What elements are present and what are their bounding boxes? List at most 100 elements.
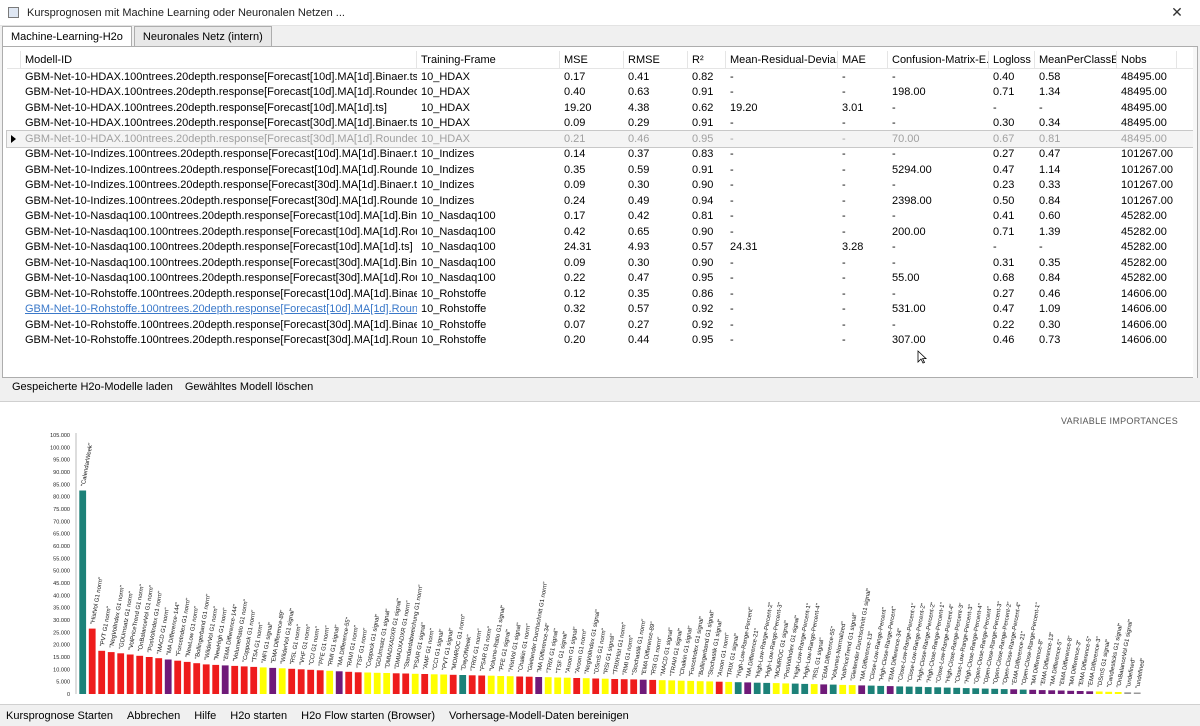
table-cell: - — [842, 272, 846, 285]
table-cell: 0.57 — [628, 303, 650, 316]
column-header[interactable]: Training-Frame — [417, 51, 560, 68]
tab-neuronales-netz[interactable]: Neuronales Netz (intern) — [133, 26, 272, 46]
importance-bar — [1133, 692, 1141, 694]
close-icon[interactable]: ✕ — [1154, 0, 1200, 26]
table-row[interactable]: GBM-Net-10-HDAX.100ntrees.20depth.respon… — [7, 100, 1195, 116]
table-cell: - — [892, 241, 896, 254]
table-cell: 45282.00 — [1121, 210, 1167, 223]
table-row[interactable]: GBM-Net-10-Nasdaq100.100ntrees.20depth.r… — [7, 209, 1195, 225]
importance-bar — [563, 677, 571, 694]
table-cell: 0.30 — [993, 117, 1015, 130]
table-row[interactable]: GBM-Net-10-Rohstoffe.100ntrees.20depth.r… — [7, 317, 1195, 333]
importance-bar — [763, 682, 771, 694]
table-cell: 14606.00 — [1121, 334, 1167, 347]
table-row[interactable]: GBM-Net-10-HDAX.100ntrees.20depth.respon… — [6, 130, 1196, 148]
table-row[interactable]: GBM-Net-10-Indizes.100ntrees.20depth.res… — [7, 162, 1195, 178]
table-row[interactable]: GBM-Net-10-Indizes.100ntrees.20depth.res… — [7, 193, 1195, 209]
table-row[interactable]: GBM-Net-10-Nasdaq100.100ntrees.20depth.r… — [7, 224, 1195, 240]
importance-bar — [345, 671, 353, 694]
start-h2o-flow-button[interactable]: H2o Flow starten (Browser) — [301, 710, 435, 722]
table-row[interactable]: GBM-Net-10-HDAX.100ntrees.20depth.respon… — [7, 116, 1195, 132]
tab-machine-learning-h2o[interactable]: Machine-Learning-H2o — [2, 26, 132, 47]
table-cell: 45282.00 — [1121, 225, 1167, 238]
vertical-scrollbar[interactable] — [1193, 47, 1197, 378]
table-row[interactable]: GBM-Net-10-Rohstoffe.100ntrees.20depth.r… — [7, 333, 1195, 349]
table-row[interactable]: GBM-Net-10-HDAX.100ntrees.20depth.respon… — [7, 69, 1195, 85]
table-cell: GBM-Net-10-Rohstoffe.100ntrees.20depth.r… — [25, 287, 417, 300]
table-cell: 0.57 — [692, 241, 714, 254]
table-cell: 0.90 — [692, 225, 714, 238]
table-cell: 0.41 — [993, 210, 1015, 223]
column-header[interactable]: RMSE — [624, 51, 688, 68]
table-cell: 0.27 — [993, 287, 1015, 300]
table-cell: 19.20 — [564, 101, 592, 114]
column-header[interactable]: R² — [688, 51, 726, 68]
table-row[interactable]: GBM-Net-10-Nasdaq100.100ntrees.20depth.r… — [7, 255, 1195, 271]
table-cell: 14606.00 — [1121, 303, 1167, 316]
y-tick-label: 15.000 — [53, 655, 70, 661]
y-tick-label: 20.000 — [53, 643, 70, 649]
importance-bar — [231, 665, 239, 694]
table-row[interactable]: GBM-Net-10-Rohstoffe.100ntrees.20depth.r… — [7, 302, 1195, 318]
table-row[interactable]: GBM-Net-10-Indizes.100ntrees.20depth.res… — [7, 178, 1195, 194]
table-cell: 19.20 — [730, 101, 758, 114]
table-cell: 48495.00 — [1121, 101, 1167, 114]
cancel-button[interactable]: Abbrechen — [127, 710, 180, 722]
importance-bar — [706, 681, 714, 694]
table-cell: 10_Indizes — [421, 148, 475, 161]
column-header[interactable]: Mean-Residual-Devia... — [726, 51, 838, 68]
importance-bar — [582, 678, 590, 694]
table-cell: - — [730, 287, 734, 300]
table-cell: 0.92 — [692, 303, 714, 316]
table-cell: - — [892, 70, 896, 83]
importance-bar — [79, 490, 87, 694]
table-cell: 0.47 — [993, 303, 1015, 316]
start-h2o-button[interactable]: H2o starten — [230, 710, 287, 722]
table-row[interactable]: GBM-Net-10-Indizes.100ntrees.20depth.res… — [7, 147, 1195, 163]
importance-bar — [525, 676, 533, 694]
table-cell: 0.91 — [692, 117, 714, 130]
importance-bar — [1105, 691, 1113, 694]
table-cell: 0.31 — [993, 256, 1015, 269]
column-header[interactable]: Modell-ID — [21, 51, 417, 68]
table-row[interactable]: GBM-Net-10-Rohstoffe.100ntrees.20depth.r… — [7, 286, 1195, 302]
importance-bar — [392, 673, 400, 694]
table-cell: - — [730, 86, 734, 99]
table-row[interactable]: GBM-Net-10-HDAX.100ntrees.20depth.respon… — [7, 85, 1195, 101]
help-button[interactable]: Hilfe — [194, 710, 216, 722]
category-label: "undefined" — [1135, 658, 1146, 689]
table-row[interactable]: GBM-Net-10-Nasdaq100.100ntrees.20depth.r… — [7, 271, 1195, 287]
load-models-button[interactable]: Gespeicherte H2o-Modelle laden — [12, 381, 173, 395]
importance-bar — [715, 681, 723, 694]
importance-bar — [791, 683, 799, 694]
delete-model-button[interactable]: Gewähltes Modell löschen — [185, 381, 313, 395]
importance-bar — [316, 670, 324, 694]
clean-forecast-data-button[interactable]: Vorhersage-Modell-Daten bereinigen — [449, 710, 629, 722]
column-header[interactable]: MSE — [560, 51, 624, 68]
importance-bar — [592, 678, 600, 694]
column-header[interactable]: Confusion-Matrix-E... — [888, 51, 989, 68]
column-header[interactable]: MeanPerClassErr... — [1035, 51, 1117, 68]
table-cell: 0.22 — [564, 272, 586, 285]
column-header[interactable]: Logloss — [989, 51, 1035, 68]
importance-bar — [972, 688, 980, 694]
table-cell: - — [842, 179, 846, 192]
importance-bar — [953, 687, 961, 694]
importance-bar — [174, 660, 182, 694]
table-cell: 0.30 — [1039, 318, 1061, 331]
importance-bar — [478, 675, 486, 694]
start-forecast-button[interactable]: Kursprognose Starten — [6, 710, 113, 722]
table-cell: 0.47 — [993, 163, 1015, 176]
column-header[interactable]: MAE — [838, 51, 888, 68]
table-cell: - — [892, 101, 896, 114]
model-table: Modell-ID Training-Frame MSE RMSE R² Mea… — [6, 51, 1196, 351]
importance-bar — [326, 670, 334, 694]
y-tick-label: 80.000 — [53, 495, 70, 501]
category-label: "HistVol G1 norm" — [90, 577, 104, 625]
table-cell: 45282.00 — [1121, 272, 1167, 285]
importance-bar — [782, 683, 790, 694]
importance-bar — [820, 684, 828, 694]
column-header[interactable]: Nobs — [1117, 51, 1177, 68]
table-body: GBM-Net-10-HDAX.100ntrees.20depth.respon… — [6, 69, 1196, 349]
table-row[interactable]: GBM-Net-10-Nasdaq100.100ntrees.20depth.r… — [7, 240, 1195, 256]
